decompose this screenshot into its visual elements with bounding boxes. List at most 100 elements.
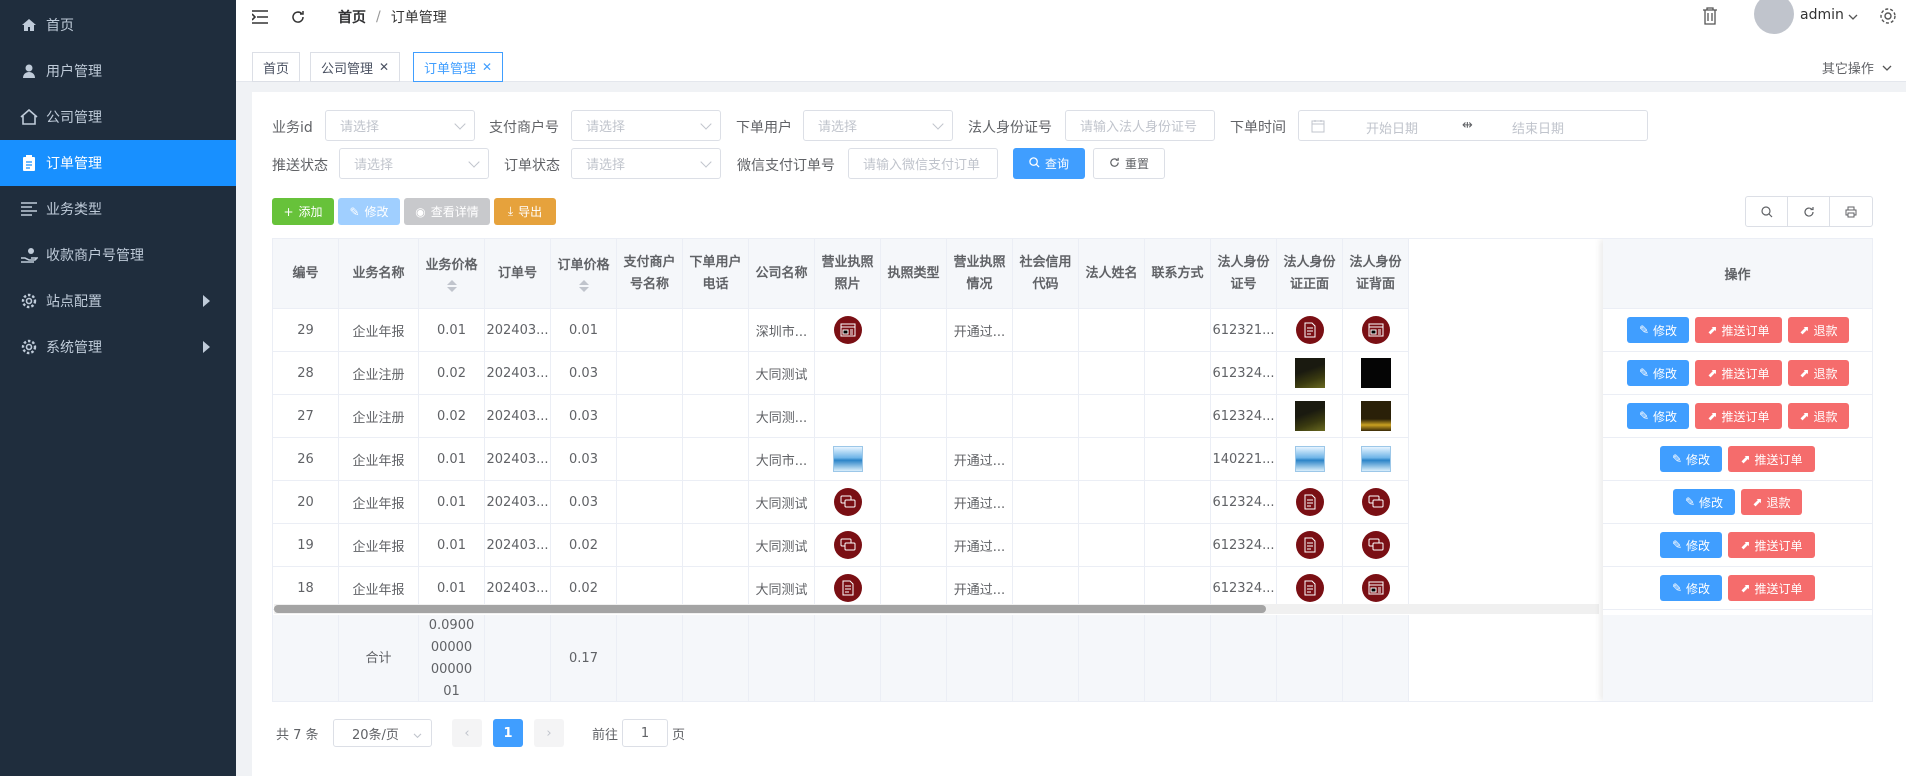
image-thumbnail[interactable] [1294, 401, 1325, 431]
horizontal-scrollbar[interactable] [274, 604, 1599, 614]
column-header[interactable]: 订单价格 [551, 239, 617, 308]
column-header: 订单号 [485, 239, 551, 308]
push-order-button[interactable]: ⬈ 推送订单 [1728, 532, 1815, 558]
order-user-select[interactable]: 请选择 [803, 110, 953, 141]
edit-button[interactable]: ✎ 修改 [338, 198, 400, 225]
chevron-down-icon [1882, 62, 1892, 77]
image-thumbnail[interactable] [1294, 446, 1325, 472]
image-thumbnail[interactable] [1361, 574, 1390, 602]
avatar[interactable] [1754, 0, 1794, 34]
wechat-order-input[interactable]: 请输入微信支付订单 [848, 148, 998, 179]
image-thumbnail[interactable] [833, 488, 862, 516]
search-toggle-icon[interactable] [1746, 197, 1788, 226]
image-thumbnail[interactable] [833, 316, 862, 344]
refund-button[interactable]: ⬈ 退款 [1788, 360, 1849, 386]
image-thumbnail[interactable] [1295, 574, 1324, 602]
refund-button[interactable]: ⬈ 退款 [1741, 489, 1802, 515]
tag-home[interactable]: 首页 [252, 52, 301, 82]
column-header[interactable]: 业务价格 [419, 239, 485, 308]
chevron-down-icon [413, 729, 422, 744]
push-order-button[interactable]: ⬈ 推送订单 [1695, 403, 1782, 429]
order-status-select[interactable]: 请选择 [571, 148, 721, 179]
start-date-placeholder[interactable]: 开始日期 [1366, 118, 1418, 137]
table-cell: 0.03 [551, 395, 617, 437]
image-thumbnail[interactable] [1295, 531, 1324, 559]
goto-page-input[interactable]: 1 [622, 719, 668, 747]
tag-company[interactable]: 公司管理 ✕ [310, 52, 401, 82]
id-card-input[interactable]: 请输入法人身份证号 [1065, 110, 1215, 141]
image-thumbnail[interactable] [1361, 316, 1390, 344]
row-edit-button[interactable]: ✎ 修改 [1627, 403, 1689, 429]
trash-icon[interactable] [1700, 6, 1720, 26]
other-operations-dropdown[interactable]: 其它操作 [1822, 58, 1892, 77]
reset-button[interactable]: 重置 [1093, 148, 1165, 179]
hamburger-icon[interactable] [250, 7, 270, 27]
page-size-select[interactable]: 20条/页 [333, 719, 432, 747]
breadcrumb-home[interactable]: 首页 [338, 7, 366, 27]
share-icon: ⬈ [1707, 366, 1718, 380]
image-thumbnail[interactable] [1294, 358, 1325, 388]
cell-text: 612324... [1212, 408, 1275, 424]
merchant-select[interactable]: 请选择 [571, 110, 721, 141]
image-thumbnail[interactable] [1360, 358, 1391, 388]
refresh-icon[interactable] [1788, 197, 1830, 226]
image-cell [1343, 395, 1409, 437]
row-edit-button[interactable]: ✎ 修改 [1627, 360, 1689, 386]
row-edit-button[interactable]: ✎ 修改 [1627, 317, 1689, 343]
sidebar-item-business-types[interactable]: 业务类型 [0, 186, 236, 232]
tag-orders[interactable]: 订单管理 ✕ [413, 52, 504, 82]
query-button[interactable]: 查询 [1013, 148, 1085, 179]
settings-gear-icon[interactable] [1878, 6, 1898, 26]
scrollbar-thumb[interactable] [274, 605, 1266, 613]
image-thumbnail[interactable] [1361, 531, 1390, 559]
image-thumbnail[interactable] [1361, 488, 1390, 516]
refund-button[interactable]: ⬈ 退款 [1788, 403, 1849, 429]
chevron-down-icon[interactable] [1848, 11, 1858, 26]
sidebar-item-site-config[interactable]: 站点配置 [0, 278, 236, 324]
business-id-label: 业务id [272, 120, 313, 136]
order-time-range[interactable]: 开始日期 ⇹ 结束日期 [1298, 110, 1648, 141]
sort-caret-icon[interactable] [578, 280, 589, 292]
row-edit-button[interactable]: ✎ 修改 [1660, 446, 1722, 472]
print-icon[interactable] [1830, 197, 1872, 226]
push-order-button[interactable]: ⬈ 推送订单 [1695, 360, 1782, 386]
view-detail-button[interactable]: ◉ 查看详情 [404, 198, 490, 225]
user-name[interactable]: admin [1800, 7, 1844, 23]
sidebar-item-system-admin[interactable]: 系统管理 [0, 324, 236, 370]
image-thumbnail[interactable] [1360, 446, 1391, 472]
next-page-button[interactable]: › [534, 719, 564, 747]
image-thumbnail[interactable] [833, 531, 862, 559]
push-order-button[interactable]: ⬈ 推送订单 [1728, 575, 1815, 601]
export-button[interactable]: ⤓ 导出 [494, 198, 556, 225]
image-thumbnail[interactable] [1360, 401, 1391, 431]
end-date-placeholder[interactable]: 结束日期 [1512, 118, 1564, 137]
business-id-select[interactable]: 请选择 [325, 110, 475, 141]
row-edit-button[interactable]: ✎ 修改 [1660, 532, 1722, 558]
refresh-icon[interactable] [288, 7, 308, 27]
image-thumbnail[interactable] [833, 574, 862, 602]
image-thumbnail[interactable] [1295, 488, 1324, 516]
sidebar-item-companies[interactable]: 公司管理 [0, 94, 236, 140]
image-thumbnail[interactable] [1295, 316, 1324, 344]
image-thumbnail[interactable] [832, 446, 863, 472]
add-button[interactable]: + 添加 [272, 198, 334, 225]
sidebar-item-users[interactable]: 用户管理 [0, 48, 236, 94]
sort-caret-icon[interactable] [446, 280, 457, 292]
push-order-button[interactable]: ⬈ 推送订单 [1695, 317, 1782, 343]
sidebar-item-orders[interactable]: 订单管理 [0, 140, 236, 186]
refund-button[interactable]: ⬈ 退款 [1788, 317, 1849, 343]
close-icon[interactable]: ✕ [482, 60, 492, 74]
sidebar-item-label: 订单管理 [46, 156, 102, 172]
sidebar-item-home[interactable]: 首页 [0, 2, 236, 48]
row-edit-button[interactable]: ✎ 修改 [1673, 489, 1735, 515]
summary-cell [617, 615, 683, 701]
close-icon[interactable]: ✕ [379, 60, 389, 74]
sidebar-item-merchant-accounts[interactable]: 收款商户号管理 [0, 232, 236, 278]
table-cell [683, 481, 749, 523]
push-status-select[interactable]: 请选择 [339, 148, 489, 179]
page-number-current[interactable]: 1 [493, 719, 523, 747]
cell-text: 0.03 [569, 494, 598, 510]
row-edit-button[interactable]: ✎ 修改 [1660, 575, 1722, 601]
push-order-button[interactable]: ⬈ 推送订单 [1728, 446, 1815, 472]
prev-page-button[interactable]: ‹ [452, 719, 482, 747]
